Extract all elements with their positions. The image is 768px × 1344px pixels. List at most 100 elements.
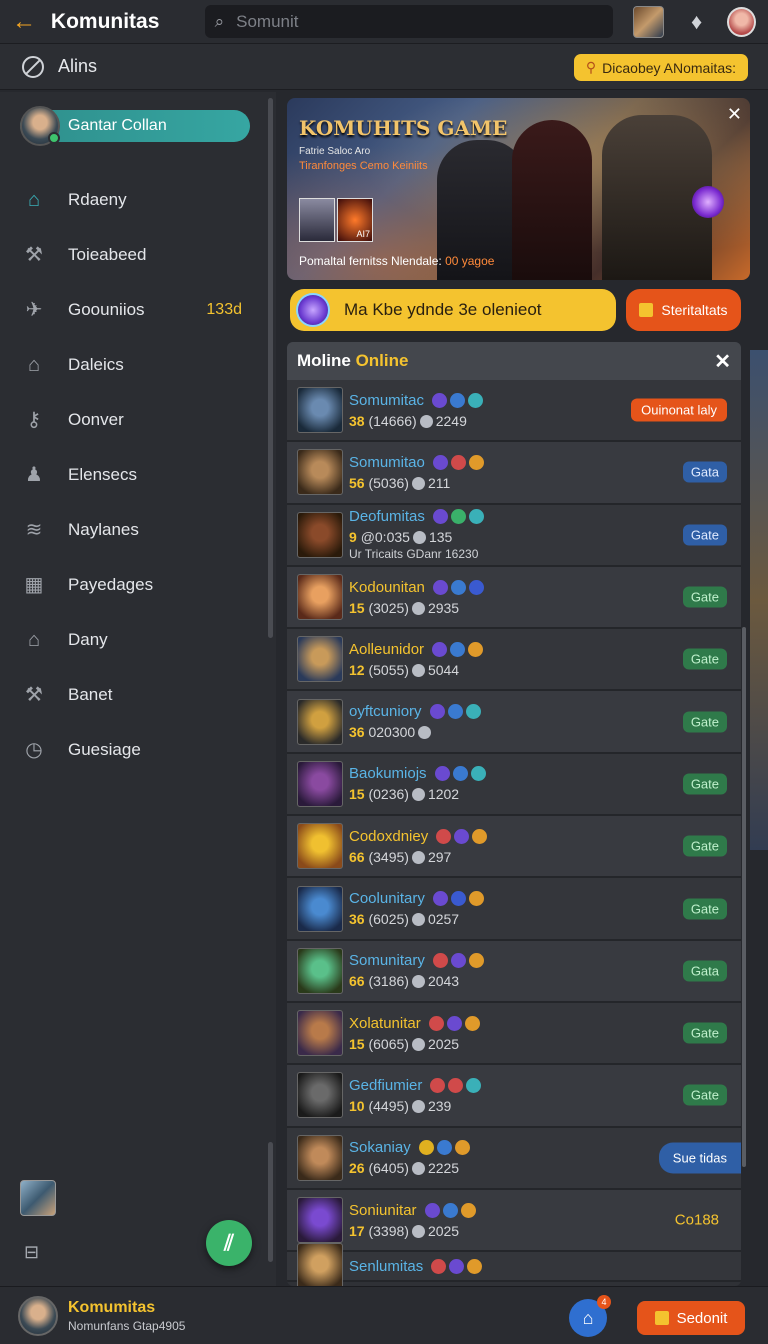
send-button[interactable]: Sedonit <box>637 1301 745 1335</box>
layers-icon: ≋ <box>25 518 43 541</box>
member-row[interactable]: Coolunitary 36 (6025) 0257 Gate <box>287 878 741 941</box>
sidebar-item[interactable]: ▦ Payedages <box>0 557 260 612</box>
sidebar-item[interactable]: ✈ Goouniios 133d <box>0 282 260 337</box>
profile-pill[interactable]: Gantar Collan <box>20 106 250 146</box>
sidebar-item-label: Dany <box>68 629 108 649</box>
achievement-badge-icon <box>467 1258 483 1274</box>
member-row[interactable]: Soniunitar 17 (3398) 2025 Co188 <box>287 1189 741 1253</box>
achievement-badge-icon <box>450 454 466 470</box>
sidebar-item[interactable]: ≋ Naylanes <box>0 502 260 557</box>
sidebar-item[interactable]: ♟ Elensecs <box>0 447 260 502</box>
sidebar-scrollbar[interactable] <box>268 98 273 638</box>
member-points: 2935 <box>427 599 460 616</box>
member-name-line: Somunitary <box>349 952 529 969</box>
wrench-icon: ⚒ <box>25 243 43 266</box>
arrow-left-icon[interactable]: ← <box>12 8 37 35</box>
notification-icon[interactable]: ♦ <box>684 9 709 35</box>
member-row[interactable]: oyftcuniory 36 020300 Gate <box>287 691 741 754</box>
inbox-icon[interactable]: ⊟ <box>24 1242 46 1262</box>
search-input[interactable]: ⌕ Somunit <box>204 5 614 38</box>
user-avatar[interactable] <box>727 6 756 37</box>
member-level: 66 <box>349 848 365 865</box>
promo-banner[interactable]: Ma Kbe ydnde 3e olenieot <box>290 289 616 331</box>
member-name: Aolleunidor <box>349 640 425 658</box>
achievement-badge-icon <box>432 953 448 969</box>
sidebar-item[interactable]: ⚷ Oonver <box>0 392 260 447</box>
member-row[interactable]: Deofumitas 9 @0:035 135 Ur Tricaits GDanr 1… <box>287 504 741 567</box>
member-row[interactable]: Xolatunitar 15 (6065) 2025 Gate <box>287 1002 741 1066</box>
gate-button[interactable]: Gata <box>682 960 727 982</box>
gate-button[interactable]: Gate <box>682 524 727 546</box>
member-row[interactable]: Somumitac 38 (14666) 2249 Ouinonat laly <box>287 380 741 443</box>
member-name: Somumitao <box>349 453 425 471</box>
member-score: (3025) <box>368 599 409 616</box>
list-scrollbar[interactable] <box>742 627 746 1167</box>
gate-button[interactable]: Ouinonat laly <box>631 398 727 422</box>
member-score: (14666) <box>368 412 417 429</box>
bottom-avatar[interactable] <box>18 1295 58 1336</box>
block-icon[interactable] <box>22 55 44 78</box>
coin-icon <box>411 1162 425 1176</box>
member-stats: 15 (3025) 2935 <box>349 600 529 616</box>
gate-button[interactable]: Gate <box>682 773 727 795</box>
achievement-badge-icon <box>465 704 481 720</box>
banner-thumbnail-1[interactable] <box>299 198 335 242</box>
sidebar-item[interactable]: ⚒ Banet <box>0 667 260 722</box>
gate-button[interactable]: Gate <box>682 648 727 670</box>
member-points: 2043 <box>427 973 460 990</box>
list-title: Moline Online <box>297 351 408 371</box>
member-row[interactable]: Codoxdniey 66 (3495) 297 Gate <box>287 816 741 879</box>
member-row[interactable]: Sokaniay 26 (6405) 2225 Sue tidas <box>287 1127 741 1190</box>
sidebar-bottom-avatar[interactable] <box>20 1180 56 1216</box>
sidebar-item[interactable]: ⌂ Daleics <box>0 337 260 392</box>
gate-button[interactable]: Gate <box>682 1084 727 1106</box>
banner-thumbnail-2[interactable]: AI7 <box>337 198 373 242</box>
member-info: oyftcuniory 36 020300 <box>349 703 529 740</box>
member-avatar <box>297 1197 343 1243</box>
sidebar-item[interactable]: ◷ Guesiage <box>0 722 260 777</box>
grid-icon: ▦ <box>24 573 44 596</box>
close-icon[interactable]: ✕ <box>714 349 731 374</box>
gate-button[interactable]: Co188 <box>667 1209 727 1232</box>
top-avatar[interactable] <box>633 5 665 38</box>
sidebar-item[interactable]: ⚒ Toieabeed <box>0 227 260 282</box>
member-row[interactable]: Somumitao 56 (5036) 211 Gata <box>287 442 741 505</box>
compose-fab-button[interactable]: ⫽ <box>206 1220 252 1266</box>
gate-button[interactable]: Gate <box>682 711 727 733</box>
member-row[interactable]: Aolleunidor 12 (5055) 5044 Gate <box>287 629 741 692</box>
search-icon: ⌕ <box>214 11 225 31</box>
gate-button[interactable]: Gate <box>682 835 727 857</box>
achievement-badge-icon <box>468 454 484 470</box>
search-button[interactable]: Sue tidas <box>658 1142 741 1174</box>
member-row[interactable]: Kodounitan 15 (3025) 2935 Gate <box>287 566 741 630</box>
sidebar-scrollbar-lower[interactable] <box>268 1142 273 1262</box>
gate-button[interactable]: Gate <box>682 898 727 920</box>
sidebar-item[interactable]: ⌂ Rdaeny <box>0 172 260 227</box>
gate-button[interactable]: Gate <box>682 586 727 608</box>
member-score: (3495) <box>368 848 409 865</box>
member-level: 26 <box>349 1160 365 1177</box>
member-points: 1202 <box>427 786 460 803</box>
member-row[interactable]: Senlumitas <box>287 1243 741 1286</box>
sidebar-item-label: Naylanes <box>68 519 139 539</box>
member-row[interactable]: Gedfiumier 10 (4495) 239 Gate <box>287 1065 741 1128</box>
achievement-badge-icon <box>468 509 484 525</box>
member-row[interactable]: Somunitary 66 (3186) 2043 Gata <box>287 940 741 1003</box>
gate-button[interactable]: Gate <box>682 1022 727 1044</box>
member-row[interactable]: Baokumiojs 15 (0236) 1202 Gate <box>287 753 741 817</box>
stats-button[interactable]: Steritaltats <box>626 289 741 331</box>
member-level: 12 <box>349 661 365 678</box>
close-icon[interactable]: ✕ <box>727 104 742 125</box>
member-avatar <box>297 947 343 994</box>
member-level: 17 <box>349 1222 365 1239</box>
sidebar-item[interactable]: ⌂ Dany <box>0 612 260 667</box>
achievement-badge-icon <box>418 1140 434 1156</box>
send-icon <box>654 1311 669 1325</box>
game-banner[interactable]: KOMUHITS GAME Fatrie Saloc Aro Tiranfong… <box>287 98 750 280</box>
gate-button[interactable]: Gata <box>682 461 727 483</box>
achievement-badge-icon <box>468 392 484 408</box>
home-button[interactable]: ⌂ 4 <box>569 1295 611 1337</box>
member-name-line: Coolunitary <box>349 890 529 907</box>
achievement-badge-icon <box>466 1077 482 1093</box>
discover-button[interactable]: ⚲ Dicaobey ANomaitas: <box>573 54 748 81</box>
